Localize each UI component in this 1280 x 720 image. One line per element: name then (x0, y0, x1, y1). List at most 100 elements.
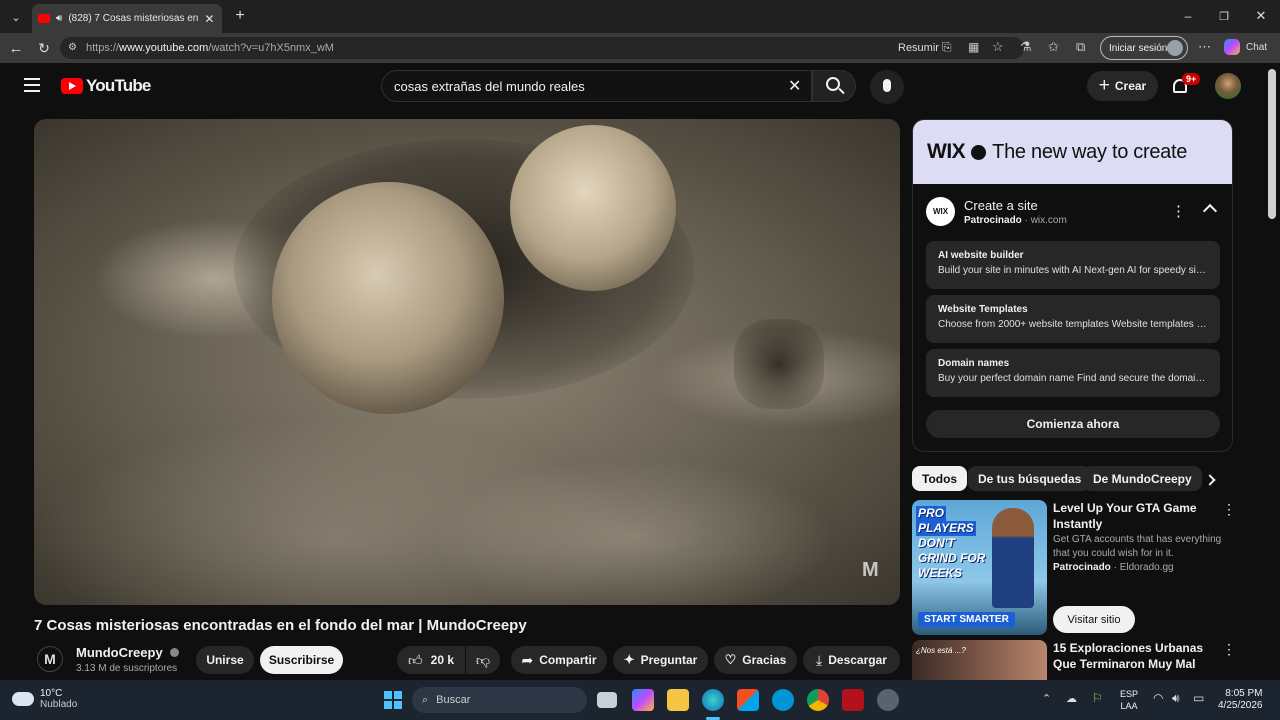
ask-button[interactable]: ✦ Preguntar (613, 646, 708, 674)
antivirus-icon[interactable] (842, 689, 864, 711)
thumb-line: GRIND FOR (918, 551, 986, 565)
channel-avatar[interactable]: M (37, 646, 63, 672)
file-explorer-icon[interactable] (667, 689, 689, 711)
chip-all[interactable]: Todos (912, 466, 968, 491)
subscribe-button[interactable]: Suscribirse (260, 646, 343, 674)
ad-logo[interactable]: WIX (926, 197, 955, 226)
like-button[interactable]: 👍︎ 20 k (397, 646, 465, 674)
ad-link-domains[interactable]: Domain names Buy your perfect domain nam… (926, 349, 1220, 397)
wifi-icon[interactable]: ◠ (1153, 691, 1163, 705)
ad-cta-button[interactable]: Comienza ahora (926, 410, 1220, 438)
thumb-button: START SMARTER (918, 612, 1015, 627)
ad-link-templates[interactable]: Website Templates Choose from 2000+ webs… (926, 295, 1220, 343)
chevron-up-icon[interactable] (1202, 203, 1218, 219)
minimize-icon[interactable]: – (1180, 6, 1196, 26)
settings-gear-icon[interactable] (877, 689, 899, 711)
favorite-star-icon[interactable]: ☆ (992, 39, 1004, 55)
profile-avatar-icon (1167, 40, 1183, 56)
ad-link-ai-builder[interactable]: AI website builder Build your site in mi… (926, 241, 1220, 289)
resume-label[interactable]: Resumir (898, 42, 939, 54)
chip-from-searches[interactable]: De tus búsquedas (968, 466, 1092, 491)
user-avatar[interactable] (1215, 73, 1241, 99)
download-button[interactable]: ⤓ Descargar (803, 646, 900, 674)
notifications-badge: 9+ (1182, 73, 1201, 85)
ad-more-icon[interactable]: ⋮ (1171, 202, 1186, 220)
sidebar-ad-more-icon[interactable]: ⋮ (1222, 501, 1236, 518)
tray-app-icon[interactable]: ⚐ (1092, 691, 1103, 705)
collections-icon[interactable]: ⧉ (1076, 39, 1085, 55)
visit-site-button[interactable]: Visitar sitio (1053, 606, 1135, 633)
video-title: 7 Cosas misteriosas encontradas en el fo… (34, 617, 527, 634)
store-icon[interactable] (737, 689, 759, 711)
dislike-button[interactable]: 👎︎ (466, 646, 500, 674)
sidebar-ad-thumbnail[interactable]: PRO PLAYERS DON'T GRIND FOR WEEKS START … (912, 500, 1047, 635)
clear-search-icon[interactable]: ✕ (788, 76, 801, 96)
extensions-icon[interactable]: ⚗︎ (1020, 39, 1032, 55)
browser-tab[interactable]: 🔊︎ (828) 7 Cosas misteriosas enc ✕ (32, 4, 222, 33)
copilot-icon (1224, 39, 1240, 55)
chip-from-channel[interactable]: De MundoCreepy (1083, 466, 1202, 491)
refresh-icon[interactable]: ↻ (34, 38, 54, 58)
taskbar-search[interactable]: ⌕ Buscar (412, 687, 587, 713)
video-player[interactable]: M (34, 119, 900, 605)
search-button[interactable] (812, 70, 856, 102)
channel-name[interactable]: MundoCreepy (76, 645, 180, 660)
windows-taskbar: 10°C Nublado ⌕ Buscar ⌃ ☁︎ ⚐ ESP LAA ◠ 🔊… (0, 680, 1280, 720)
sidebar-ad-title[interactable]: Level Up Your GTA Game Instantly (1053, 500, 1213, 532)
close-window-icon[interactable]: ✕ (1253, 6, 1269, 26)
lang-secondary: LAA (1120, 701, 1138, 711)
sidebar-video-thumbnail[interactable]: ¿Nos está ...? (912, 640, 1047, 680)
download-label: Descargar (828, 653, 887, 667)
hp-icon[interactable] (772, 689, 794, 711)
microphone-icon (883, 79, 891, 92)
copilot-app-icon[interactable] (632, 689, 654, 711)
volume-icon[interactable]: 🔊︎ (1172, 691, 1180, 706)
url-field[interactable]: ⚙︎ https://www.youtube.com/watch?v=u7hX5… (60, 37, 1024, 59)
join-button[interactable]: Unirse (196, 646, 254, 674)
sidebar-video-title[interactable]: 15 Exploraciones Urbanas Que Terminaron … (1053, 640, 1218, 672)
notifications-button[interactable]: 9+ (1170, 73, 1201, 99)
share-button[interactable]: ➦ Compartir (511, 646, 607, 674)
back-icon[interactable]: ← (6, 38, 26, 58)
thumb-line: PRO (916, 506, 947, 521)
channel-name-text: MundoCreepy (76, 645, 163, 660)
app-icon[interactable]: ▦ (968, 40, 979, 54)
ad-link-title: AI website builder (938, 250, 1024, 261)
battery-icon[interactable]: ▭ (1193, 691, 1204, 705)
thanks-button[interactable]: ♡ Gracias (714, 646, 797, 674)
chips-next-icon[interactable] (1204, 474, 1216, 486)
voice-search-button[interactable] (870, 70, 904, 104)
create-button[interactable]: + Crear (1087, 71, 1158, 101)
copilot-chat-button[interactable]: Chat (1224, 39, 1267, 55)
language-indicator[interactable]: ESP LAA (1120, 688, 1138, 712)
youtube-logo[interactable]: YouTube (61, 76, 151, 96)
ad-title[interactable]: Create a site (964, 198, 1038, 213)
weather-widget[interactable]: 10°C Nublado (12, 688, 77, 710)
ad-banner[interactable]: WIX The new way to create (913, 120, 1232, 184)
sidebar-video-more-icon[interactable]: ⋮ (1222, 641, 1236, 658)
speaker-icon[interactable]: 🔊︎ (56, 13, 62, 24)
edge-icon[interactable] (702, 689, 724, 711)
chrome-icon[interactable] (807, 689, 829, 711)
close-tab-icon[interactable]: ✕ (204, 12, 214, 26)
page-scrollbar[interactable] (1268, 69, 1276, 219)
tab-actions-chevron-icon[interactable]: ⌄ (6, 8, 26, 26)
hamburger-menu-icon[interactable] (24, 78, 40, 92)
read-aloud-icon[interactable]: ⎘ (942, 40, 952, 55)
tray-chevron-icon[interactable]: ⌃ (1042, 692, 1051, 705)
search-input[interactable]: cosas extrañas del mundo reales ✕ (381, 70, 812, 102)
more-menu-icon[interactable]: ⋯ (1198, 39, 1211, 55)
site-info-icon[interactable]: ⚙︎ (68, 42, 77, 53)
favorites-icon[interactable]: ✩ (1048, 39, 1059, 55)
restore-icon[interactable]: ❐ (1216, 6, 1232, 26)
signin-button[interactable]: Iniciar sesión (1100, 36, 1188, 60)
task-view-icon[interactable] (597, 692, 617, 708)
cloud-icon (12, 692, 34, 706)
ask-label: Preguntar (640, 653, 698, 667)
dot-icon (971, 144, 987, 160)
new-tab-icon[interactable]: + (230, 6, 250, 26)
clock[interactable]: 8:05 PM 4/25/2026 (1218, 688, 1263, 712)
start-button[interactable] (384, 691, 402, 709)
ad-logo-text: WIX (932, 207, 949, 216)
onedrive-icon[interactable]: ☁︎ (1066, 692, 1077, 705)
